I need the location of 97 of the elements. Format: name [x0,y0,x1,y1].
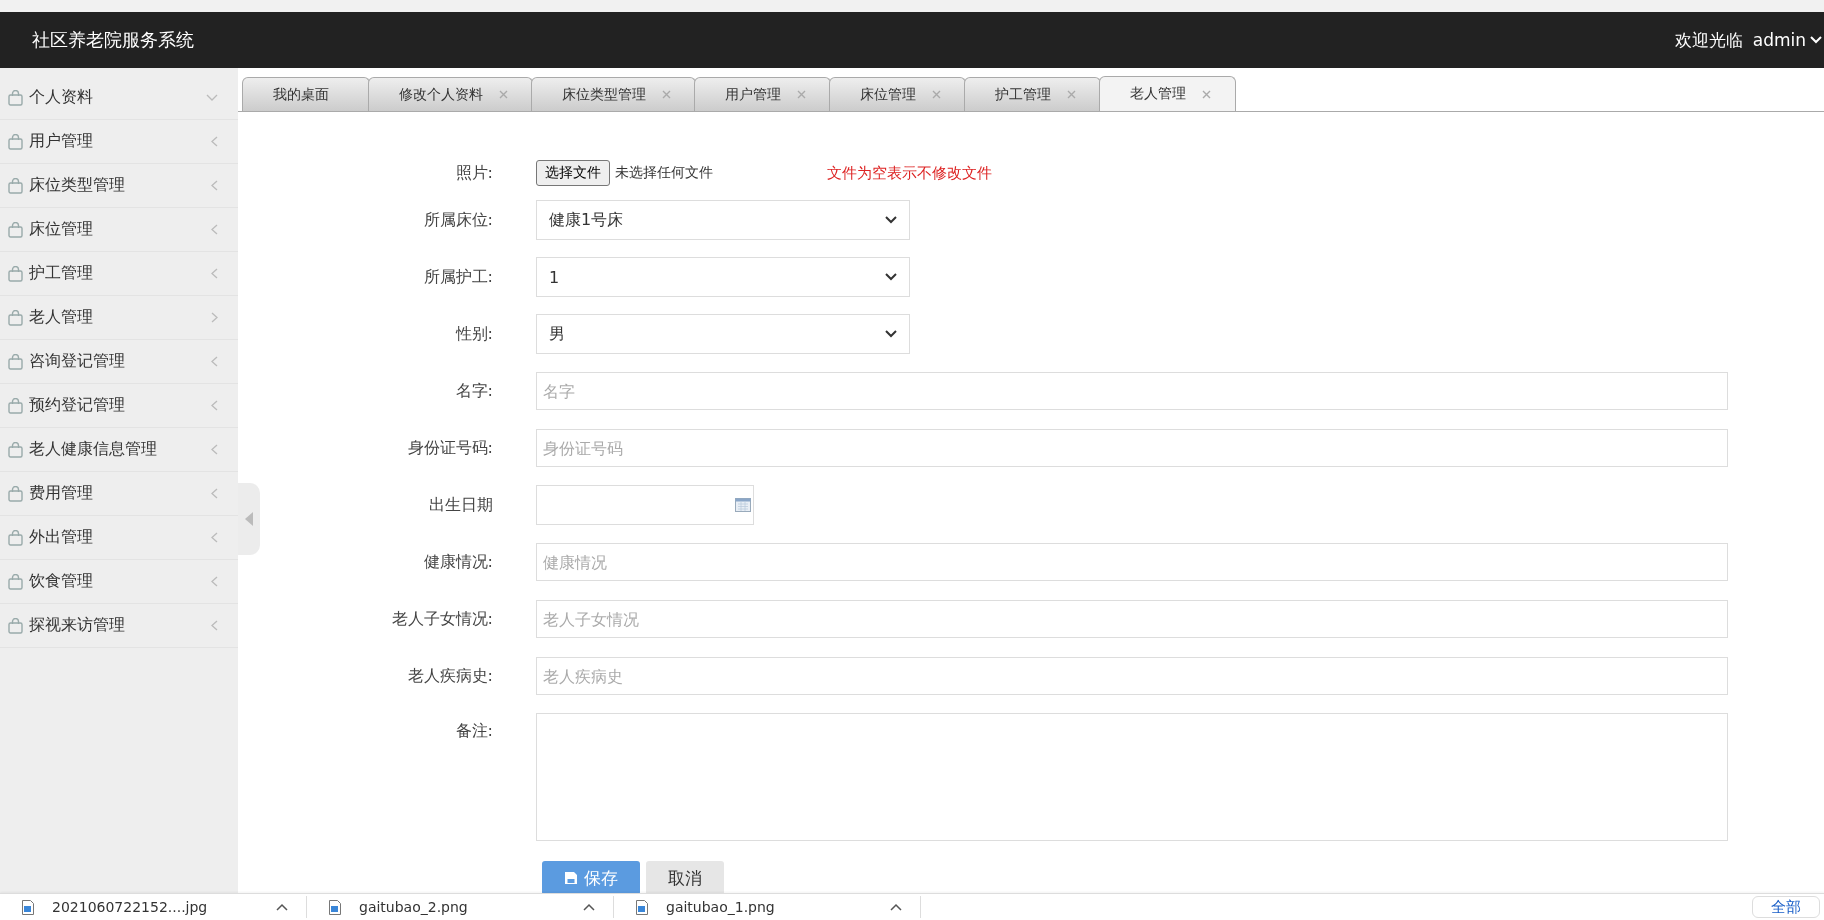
bag-icon [8,485,23,502]
menu-label: 预约登记管理 [29,395,126,416]
cancel-button[interactable]: 取消 [646,861,724,895]
chevron-left-icon [211,136,218,147]
select-field[interactable]: 健康1号床 [536,200,910,240]
chevron-left-icon [211,268,218,279]
input-field[interactable]: 名字 [536,372,1728,410]
chevron-left-icon [211,444,218,455]
select-field[interactable]: 男 [536,314,910,354]
field-label: 老人疾病史: [406,665,494,687]
tab[interactable]: 修改个人资料 [368,77,533,111]
field-label: 名字: [454,380,494,402]
chevron-left-icon [211,488,218,499]
chevron-left-icon [211,180,218,191]
input-field[interactable]: 老人疾病史 [536,657,1728,695]
tab[interactable]: 床位管理 [829,77,966,111]
bag-icon [8,133,23,150]
menu-label: 探视来访管理 [29,615,126,636]
bag-icon [8,353,23,370]
bag-icon [8,89,23,106]
field-label: 健康情况: [422,551,494,573]
field-label: 老人子女情况: [390,608,494,630]
chevron-up-icon[interactable] [583,903,595,911]
field-label: 身份证号码: [406,437,494,459]
bag-icon [8,397,23,414]
field-label: 出生日期 [428,494,494,516]
menu-label: 护工管理 [29,263,94,284]
bag-icon [8,221,23,238]
menu-label: 饮食管理 [29,571,94,592]
input-field[interactable]: 健康情况 [536,543,1728,581]
close-icon[interactable] [499,90,508,99]
bag-icon [8,265,23,282]
chevron-left-icon [211,620,218,631]
dropdown-icon [885,273,897,281]
dropdown-icon [885,330,897,338]
chevron-up-icon[interactable] [276,903,288,911]
field-label: 所属护工: [422,266,494,288]
show-all-button[interactable]: 全部 [1752,896,1820,918]
choose-file-button[interactable]: 选择文件 [536,160,610,186]
field-label: 照片: [454,162,494,184]
file-icon [329,899,341,915]
menu-label: 咨询登记管理 [29,351,126,372]
chevron-up-icon[interactable] [890,903,902,911]
close-icon[interactable] [1067,90,1076,99]
bag-icon [8,529,23,546]
user-menu[interactable]: admin [1752,30,1824,50]
bag-icon [8,309,23,326]
tab[interactable]: 用户管理 [694,77,831,111]
chevron-down-icon [206,93,218,102]
bag-icon [8,177,23,194]
chevron-left-icon [211,532,218,543]
greeting-text: 欢迎光临 [1674,28,1743,52]
file-icon [22,899,34,915]
tab[interactable]: 护工管理 [964,77,1101,111]
tab[interactable]: 我的桌面 [242,77,370,111]
notes-field[interactable] [536,713,1728,841]
chevron-left-icon [211,576,218,587]
menu-label: 床位管理 [29,219,94,240]
tab[interactable]: 床位类型管理 [531,77,696,111]
field-label: 所属床位: [422,209,494,231]
file-name[interactable]: 2021060722152....jpg [52,898,258,916]
file-name[interactable]: gaitubao_1.png [666,898,872,916]
close-icon[interactable] [1202,89,1211,99]
select-field[interactable]: 1 [536,257,910,297]
chevron-down-icon [1810,36,1822,44]
menu-label: 用户管理 [29,131,94,152]
close-icon[interactable] [797,90,806,99]
dropdown-icon [885,216,897,224]
chevron-left-icon [211,224,218,235]
input-field[interactable]: 身份证号码 [536,429,1728,467]
field-label: 性别: [454,323,494,345]
save-icon [564,871,578,885]
collapse-handle[interactable] [238,483,260,555]
chevron-right-icon [211,312,218,323]
close-icon[interactable] [932,90,941,99]
field-label: 备注: [454,720,494,742]
date-field[interactable] [536,485,754,525]
tab[interactable]: 老人管理 [1099,76,1236,111]
menu-label: 外出管理 [29,527,94,548]
menu-label: 费用管理 [29,483,94,504]
menu-label: 老人健康信息管理 [29,439,158,460]
menu-label: 个人资料 [29,87,94,108]
hint-text: 文件为空表示不修改文件 [827,163,992,183]
bag-icon [8,617,23,634]
input-field[interactable]: 老人子女情况 [536,600,1728,638]
calendar-icon[interactable] [735,498,751,512]
close-icon[interactable] [662,90,671,99]
chevron-left-icon [211,356,218,367]
file-icon [636,899,648,915]
app-title: 社区养老院服务系统 [32,28,194,52]
file-name[interactable]: gaitubao_2.png [359,898,565,916]
bag-icon [8,441,23,458]
chevron-left-icon [211,400,218,411]
file-status: 未选择任何文件 [615,164,713,182]
bag-icon [8,573,23,590]
menu-label: 老人管理 [29,307,94,328]
menu-label: 床位类型管理 [29,175,126,196]
